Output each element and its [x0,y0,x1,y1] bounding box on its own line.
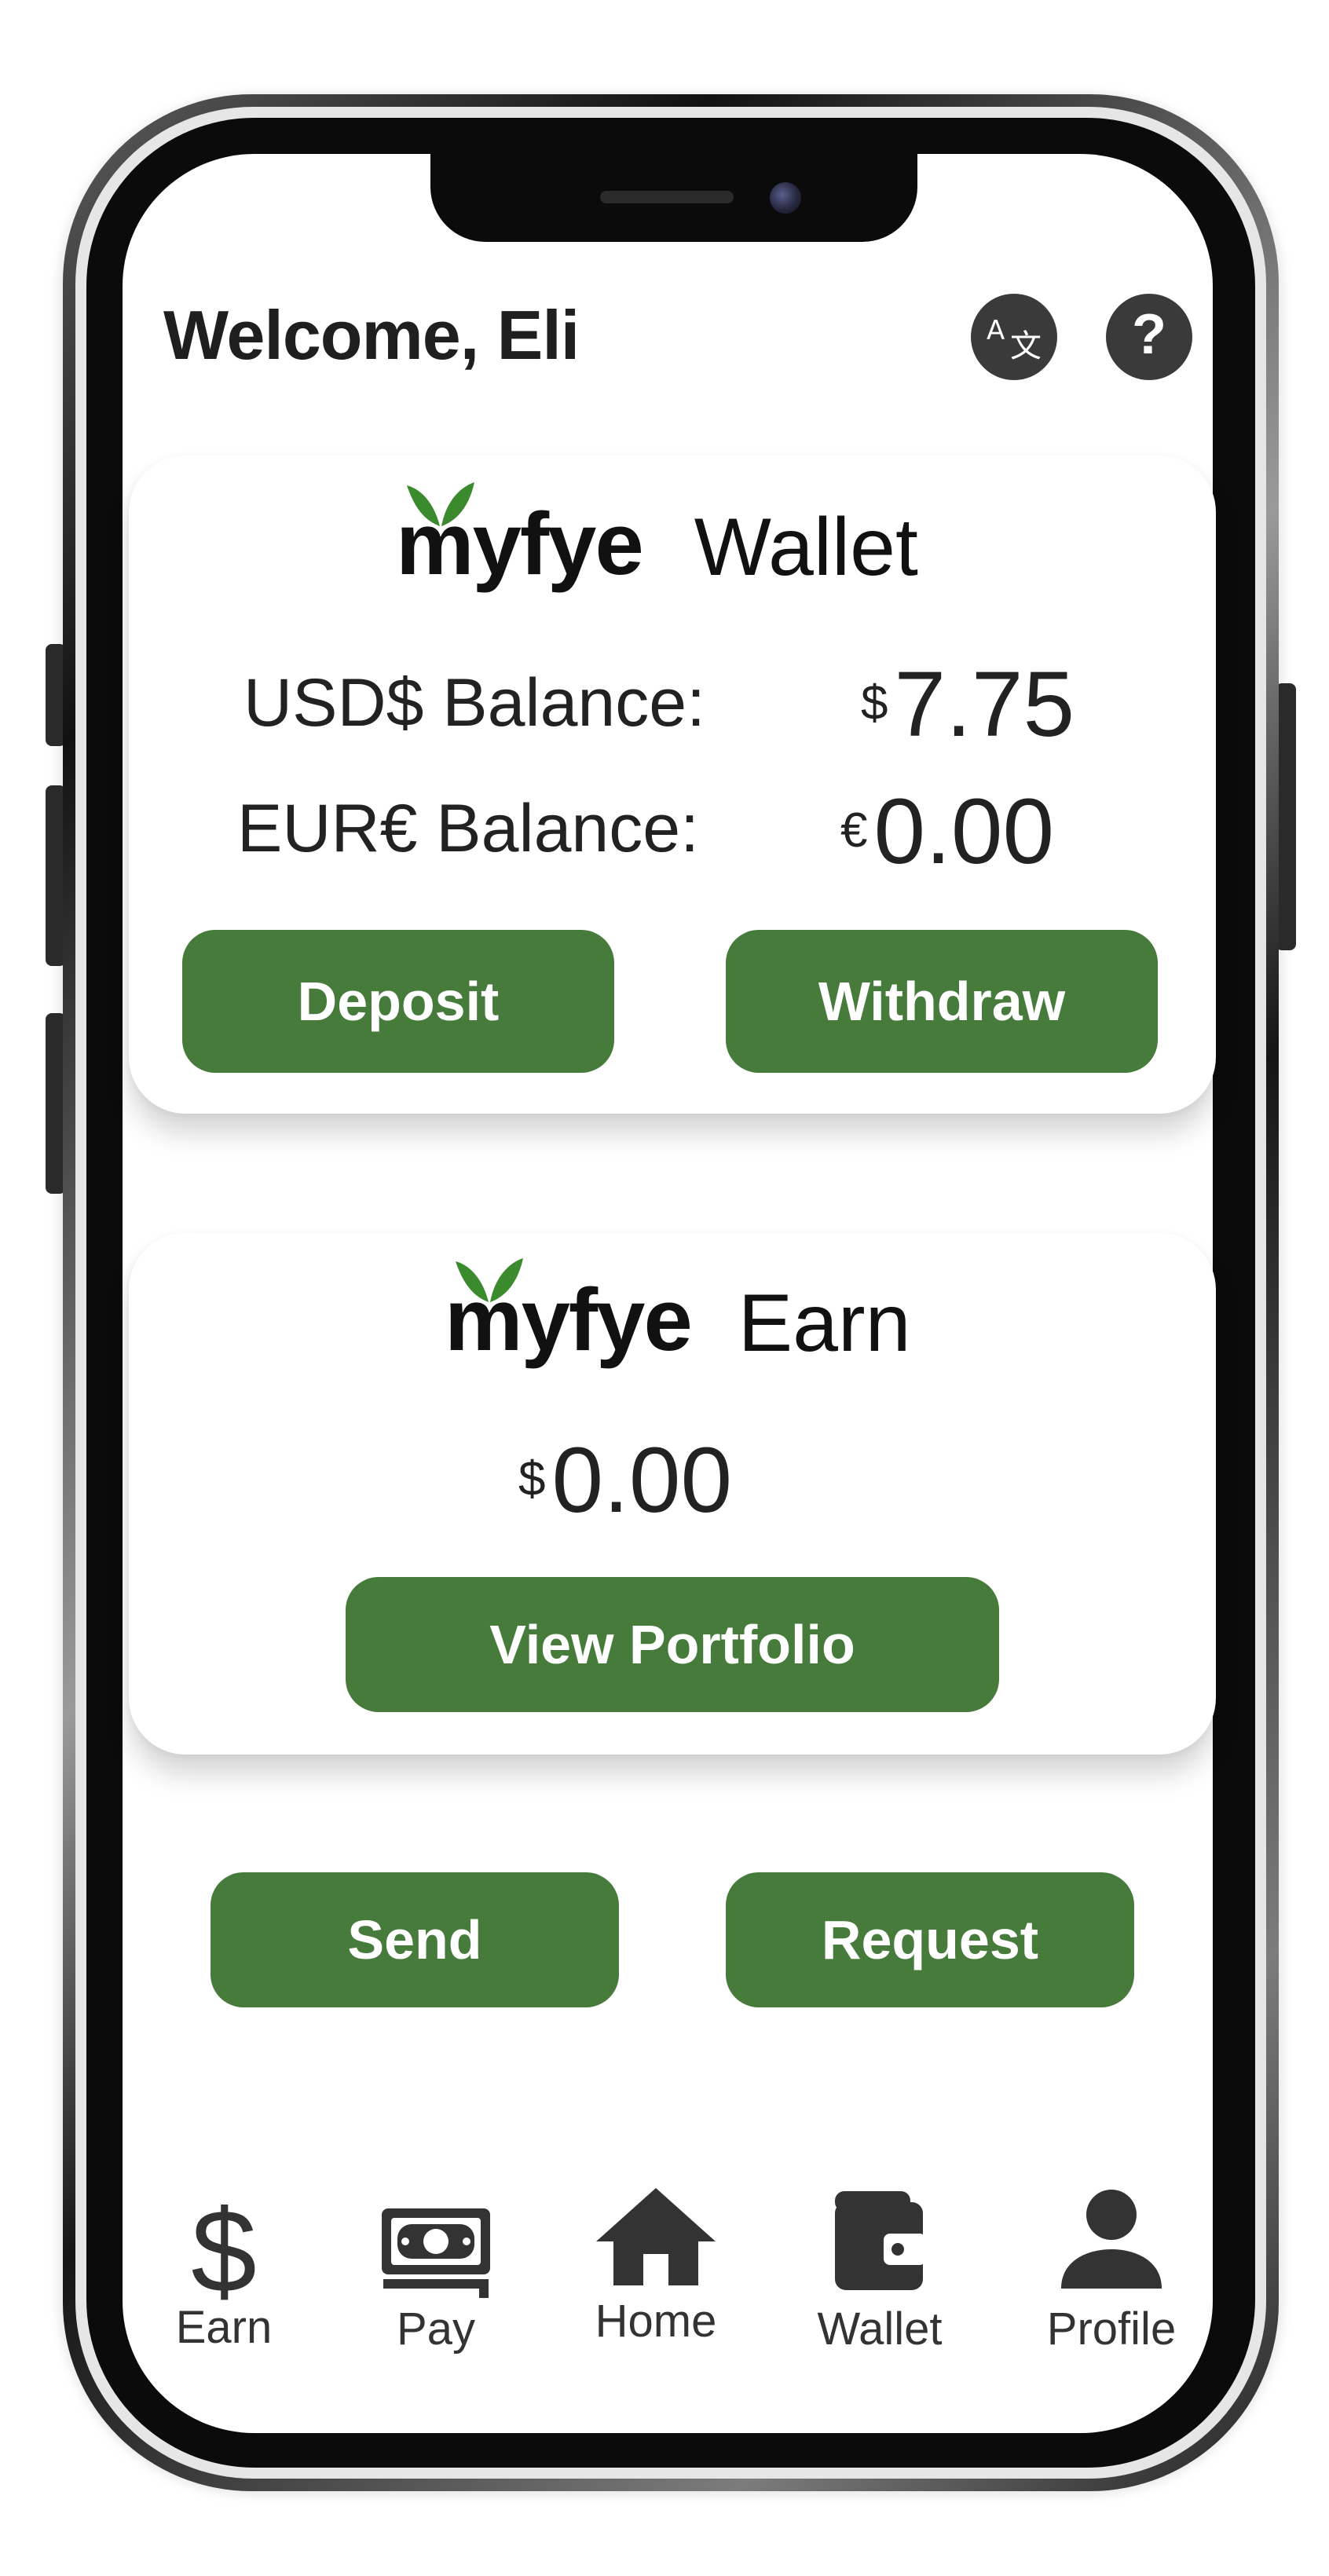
svg-text:$: $ [191,2191,256,2301]
svg-text:A: A [987,315,1005,346]
wallet-card-heading: myfye Wallet [396,482,918,595]
svg-text:?: ? [1132,303,1166,366]
eur-balance-label: EUR€ Balance: [237,791,699,866]
svg-text:文: 文 [1010,328,1042,364]
app-screenshot: Welcome, Eli A 文 ? myfye Wallet USD$ Bal… [0,0,1329,2576]
usd-currency-symbol: $ [861,676,888,730]
nav-label-pay: Pay [397,2303,475,2355]
usd-balance-label: USD$ Balance: [243,665,705,741]
usd-balance-value: $ 7.75 [861,658,1075,751]
leaf-icon [407,482,474,526]
send-button[interactable]: Send [211,1872,619,2007]
deposit-button[interactable]: Deposit [182,930,614,1073]
view-portfolio-button[interactable]: View Portfolio [346,1577,999,1712]
earn-currency-symbol: $ [518,1452,546,1506]
nav-label-earn: Earn [175,2302,273,2353]
myfye-logo-earn: myfye [445,1258,693,1370]
nav-item-profile[interactable]: Profile [1029,2185,1194,2355]
phone-speaker [600,191,734,203]
withdraw-button[interactable]: Withdraw [726,930,1158,1073]
nav-label-wallet: Wallet [817,2303,943,2355]
translate-icon[interactable]: A 文 [971,294,1057,380]
earn-balance-amount: 0.00 [551,1429,733,1532]
wallet-card-title: Wallet [694,502,918,593]
nav-item-pay[interactable]: Pay [369,2205,503,2355]
wallet-icon [829,2185,931,2295]
help-icon[interactable]: ? [1106,294,1192,380]
earn-card-heading: myfye Earn [445,1258,911,1370]
nav-label-profile: Profile [1046,2303,1177,2355]
person-icon [1056,2185,1166,2295]
nav-label-home: Home [595,2296,717,2347]
myfye-logo: myfye [396,482,644,595]
eur-currency-symbol: € [840,803,868,858]
nav-item-home[interactable]: Home [581,2185,730,2347]
eur-balance-amount: 0.00 [873,780,1055,884]
phone-camera [770,182,801,214]
welcome-title: Welcome, Eli [163,296,580,374]
home-icon [593,2185,719,2287]
leaf-icon-earn [456,1258,523,1302]
nav-item-earn[interactable]: $ Earn [165,2191,283,2354]
usd-balance-amount: 7.75 [894,653,1075,756]
cash-icon [377,2205,495,2307]
earn-card-title: Earn [738,1278,911,1369]
request-button[interactable]: Request [726,1872,1134,2007]
earn-balance-value: $ 0.00 [518,1434,732,1527]
eur-balance-value: € 0.00 [840,785,1054,878]
dollar-icon: $ [189,2191,259,2301]
nav-item-wallet[interactable]: Wallet [801,2185,958,2355]
